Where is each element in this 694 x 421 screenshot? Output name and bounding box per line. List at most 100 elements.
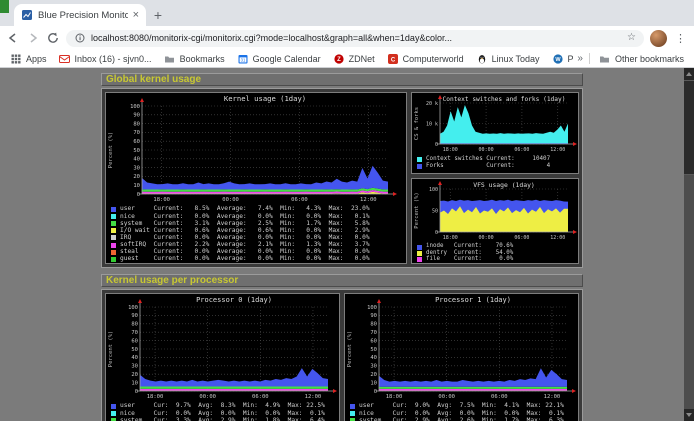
svg-text:80: 80 [133, 121, 140, 127]
svg-text:40: 40 [131, 355, 138, 361]
svg-text:06:00: 06:00 [514, 147, 529, 153]
back-button[interactable] [6, 31, 20, 45]
calendar-icon: 31 [237, 53, 249, 65]
kernel-usage-chart[interactable]: 100908070605040302010018:0000:0006:0012:… [105, 92, 407, 264]
vfs-usage-chart[interactable]: 10050018:0000:0006:0012:00VFS usage (1da… [411, 178, 579, 264]
svg-text:06:00: 06:00 [491, 394, 508, 400]
svg-text:100: 100 [130, 104, 140, 110]
svg-text:Kernel usage (1day): Kernel usage (1day) [224, 94, 306, 103]
svg-text:0: 0 [137, 192, 140, 198]
tab-close-icon[interactable]: × [133, 10, 139, 21]
svg-text:0: 0 [435, 142, 438, 148]
monitorix-favicon-icon [21, 9, 33, 21]
processor0-chart[interactable]: 100908070605040302010018:0000:0006:0012:… [105, 293, 340, 421]
tab-title: Blue Precision Monitorix [38, 10, 128, 21]
right-chart-column: 20 k10 k018:0000:0006:0012:00Context swi… [411, 92, 579, 264]
zdnet-icon: Z [333, 53, 345, 65]
scrollbar-thumb[interactable] [684, 80, 694, 175]
bookmark-item[interactable]: Bookmarks [158, 52, 231, 66]
svg-text:12:00: 12:00 [305, 394, 322, 400]
svg-text:Z: Z [337, 57, 341, 63]
svg-text:50: 50 [131, 347, 138, 353]
url-text: localhost:8080/monitorix-cgi/monitorix.c… [91, 33, 622, 43]
svg-text:90: 90 [133, 113, 140, 119]
bookmark-item[interactable]: CComputerworld [381, 52, 470, 66]
bookmark-star-icon[interactable]: ☆ [627, 33, 636, 43]
reload-button[interactable] [46, 31, 60, 45]
folder-icon [164, 53, 176, 65]
scroll-down-button[interactable] [684, 409, 694, 421]
svg-text:12:00: 12:00 [550, 235, 565, 241]
page-content: Global kernel usage 10090807060504030201… [101, 68, 583, 421]
page-scrollbar[interactable] [684, 68, 694, 421]
bookmarks-separator [589, 53, 590, 64]
site-info-icon[interactable] [74, 32, 86, 44]
wordpress-icon: W [552, 53, 564, 65]
svg-text:00:00: 00:00 [199, 394, 216, 400]
other-bookmarks-button[interactable]: Other bookmarks [593, 52, 690, 66]
legend-row: Context switches Current: 10407 [417, 156, 578, 163]
browser-tab[interactable]: Blue Precision Monitorix × [14, 4, 146, 26]
bookmarks-overflow-icon[interactable]: » [574, 53, 586, 64]
svg-text:0: 0 [135, 389, 138, 395]
bookmark-item[interactable]: WPractical Technol... [546, 52, 575, 66]
folder-icon [599, 53, 611, 65]
new-tab-button[interactable]: + [146, 5, 170, 25]
svg-text:Processor 1 (1day): Processor 1 (1day) [435, 296, 511, 304]
bookmark-item[interactable]: Linux Today [470, 52, 546, 66]
svg-text:10: 10 [131, 380, 138, 386]
svg-text:70: 70 [370, 330, 377, 336]
bookmark-item[interactable]: Apps [4, 52, 53, 66]
legend-row: system Cur: 2.9% Avg: 2.6% Min: 1.7% Max… [350, 417, 578, 421]
chart-legend: user Current: 8.5% Average: 7.4% Min: 4.… [106, 205, 406, 263]
svg-text:Percent (%): Percent (%) [414, 192, 420, 228]
chart-legend: Context switches Current: 10407Forks Cur… [412, 155, 578, 170]
global-kernel-charts: 100908070605040302010018:0000:0006:0012:… [101, 88, 583, 268]
desktop-corner-artifact [0, 0, 9, 13]
svg-text:00:00: 00:00 [438, 394, 455, 400]
tab-strip: Blue Precision Monitorix × + [0, 0, 694, 26]
svg-text:18:00: 18:00 [443, 235, 458, 241]
svg-text:Processor 0 (1day): Processor 0 (1day) [196, 296, 272, 304]
penguin-icon [476, 53, 488, 65]
svg-text:20: 20 [370, 372, 377, 378]
svg-text:90: 90 [131, 313, 138, 319]
svg-text:100: 100 [128, 305, 138, 311]
svg-text:40: 40 [370, 355, 377, 361]
svg-text:18:00: 18:00 [153, 197, 170, 203]
svg-text:80: 80 [370, 322, 377, 328]
svg-text:10: 10 [370, 380, 377, 386]
bookmark-item[interactable]: ZZDNet [327, 52, 381, 66]
browser-window: Blue Precision Monitorix × + localhost:8… [0, 0, 694, 68]
browser-toolbar: localhost:8080/monitorix-cgi/monitorix.c… [0, 26, 694, 50]
svg-text:60: 60 [133, 139, 140, 145]
svg-text:60: 60 [131, 338, 138, 344]
svg-text:20: 20 [133, 174, 140, 180]
svg-text:90: 90 [370, 313, 377, 319]
scroll-up-button[interactable] [684, 68, 694, 80]
svg-text:50: 50 [370, 347, 377, 353]
svg-text:50: 50 [432, 208, 438, 214]
bookmarks-left: AppsInbox (16) - sjvn0...Bookmarks31Goog… [4, 52, 574, 66]
svg-text:40: 40 [133, 157, 140, 163]
forward-button[interactable] [26, 31, 40, 45]
monitorix-page: Global kernel usage 10090807060504030201… [0, 68, 694, 421]
browser-menu-icon[interactable]: ⋮ [673, 32, 688, 45]
svg-text:10: 10 [133, 183, 140, 189]
svg-text:12:00: 12:00 [360, 197, 377, 203]
context-switches-chart[interactable]: 20 k10 k018:0000:0006:0012:00Context swi… [411, 92, 579, 174]
profile-avatar[interactable] [650, 30, 667, 47]
svg-text:18:00: 18:00 [443, 147, 458, 153]
svg-text:Percent (%): Percent (%) [347, 331, 353, 367]
bookmark-item[interactable]: 31Google Calendar [231, 52, 327, 66]
svg-text:30: 30 [133, 165, 140, 171]
address-bar[interactable]: localhost:8080/monitorix-cgi/monitorix.c… [66, 30, 644, 47]
legend-row: Forks Current: 4 [417, 163, 578, 170]
bookmark-item[interactable]: Inbox (16) - sjvn0... [53, 52, 158, 66]
processor1-chart[interactable]: 100908070605040302010018:0000:0006:0012:… [344, 293, 579, 421]
svg-text:80: 80 [131, 322, 138, 328]
legend-row: guest Current: 0.0% Average: 0.0% Min: 0… [111, 256, 406, 263]
section-title-global-kernel-usage: Global kernel usage [101, 73, 583, 86]
chart-legend: inode Current: 70.6%dentry Current: 54.0… [412, 243, 578, 263]
svg-text:VFS usage (1day): VFS usage (1day) [473, 181, 535, 189]
